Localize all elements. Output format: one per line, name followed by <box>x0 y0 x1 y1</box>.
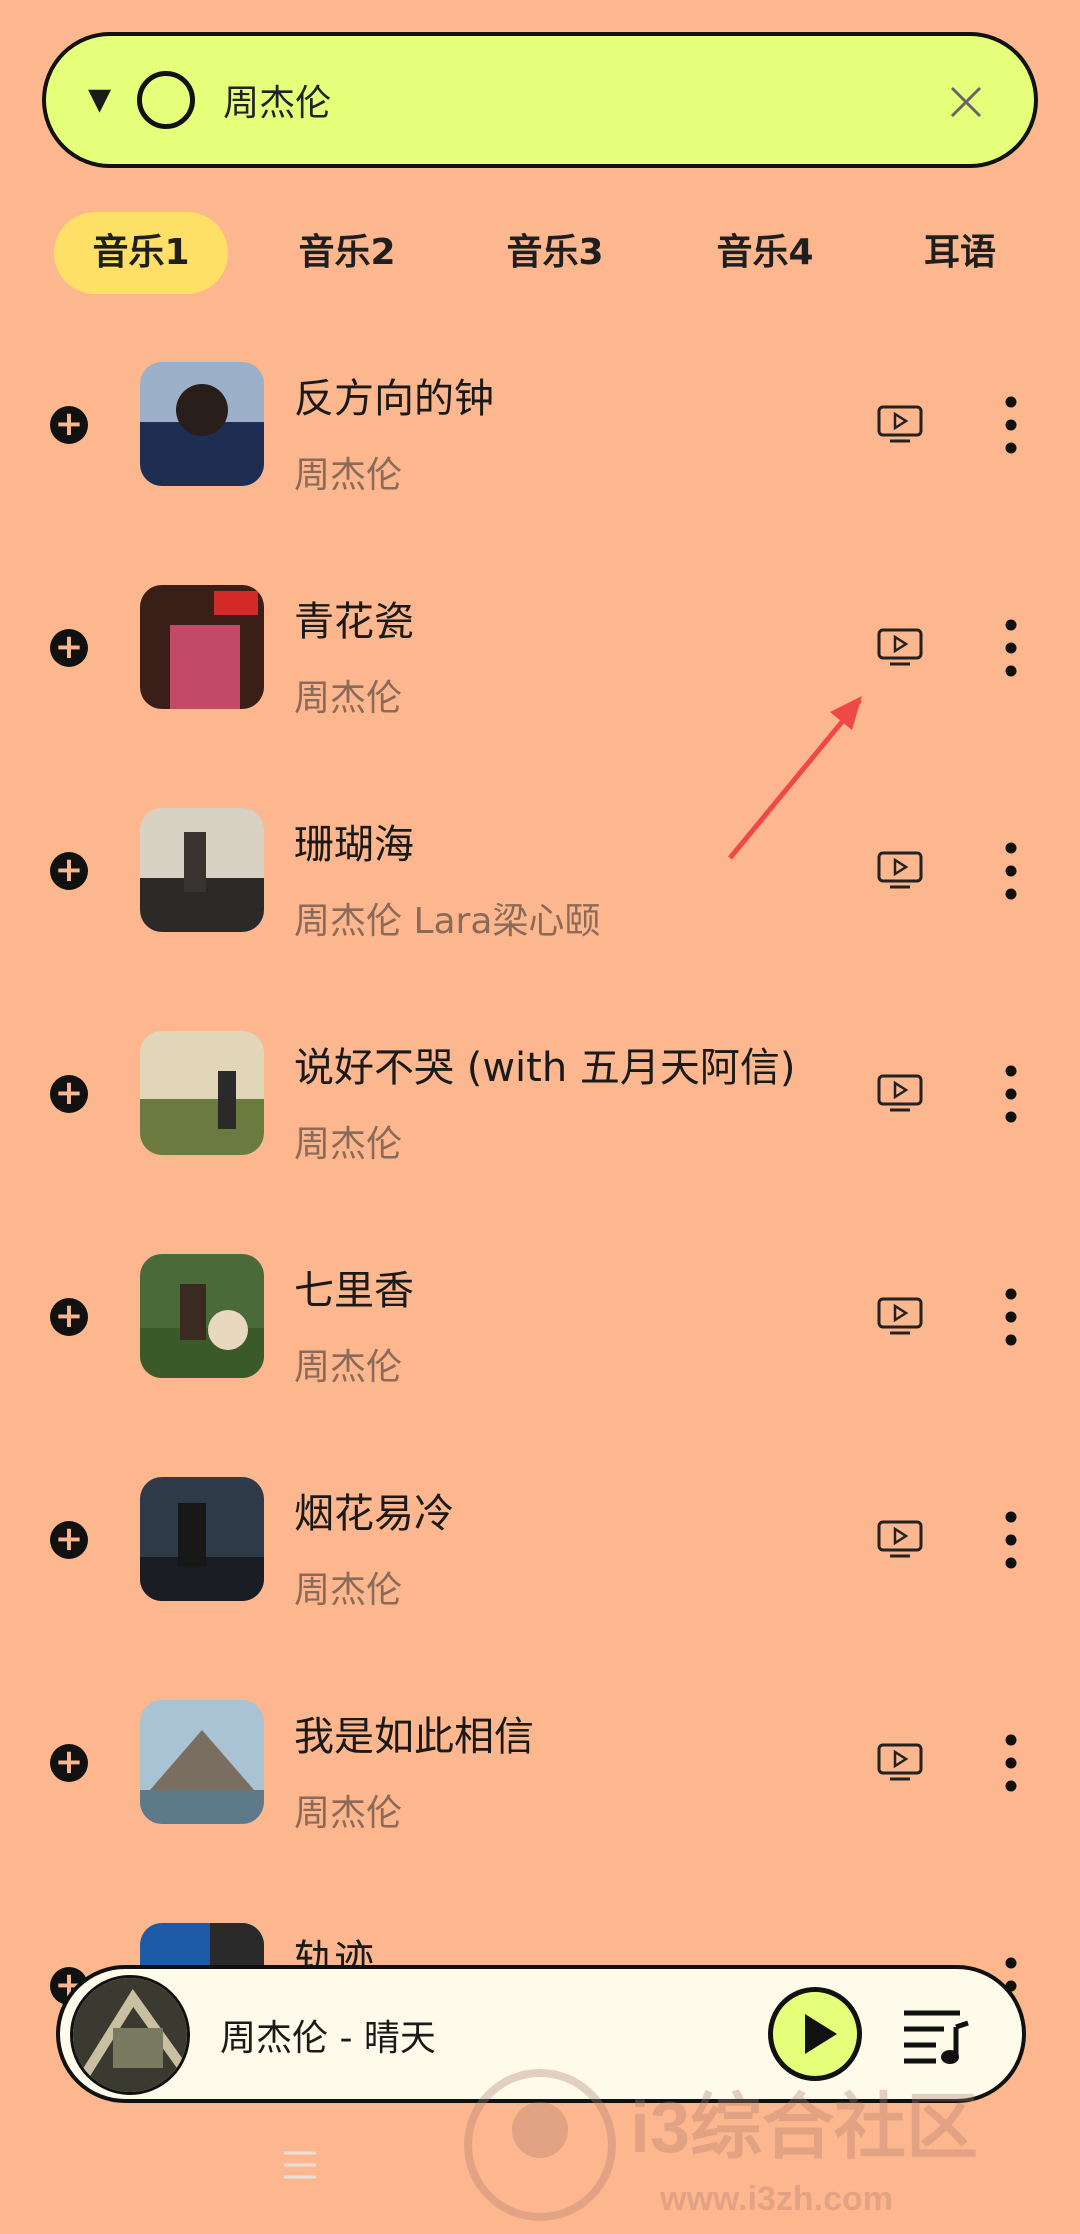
annotation-arrow <box>728 696 862 860</box>
watermark-brand: i3综合社区 <box>630 2088 978 2168</box>
watermark: i3综合社区 www.i3zh.com <box>460 2060 1060 2230</box>
menu-icon[interactable] <box>280 2145 320 2185</box>
watermark-url: www.i3zh.com <box>659 2180 893 2218</box>
now-playing-cover[interactable] <box>70 1975 190 2095</box>
now-playing-title: 周杰伦 - 晴天 <box>220 2018 436 2059</box>
